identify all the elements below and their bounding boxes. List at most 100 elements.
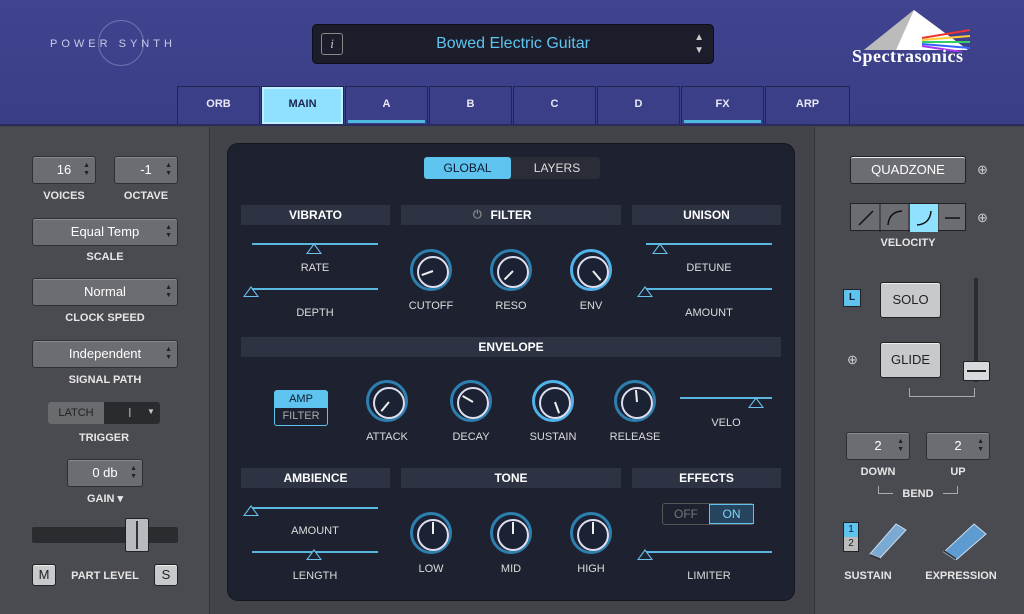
- sustain-mode-selector[interactable]: 1 2: [843, 522, 859, 552]
- sustain-knob[interactable]: [532, 380, 574, 422]
- expression-pedal-icon[interactable]: [940, 520, 988, 560]
- unison-amount-slider[interactable]: [646, 288, 772, 290]
- tab-arp[interactable]: ARP: [765, 86, 850, 124]
- glide-button[interactable]: GLIDE: [880, 342, 941, 378]
- reso-label: RESO: [495, 300, 527, 312]
- glide-bracket: [909, 388, 975, 397]
- ambience-header: AMBIENCE: [241, 468, 390, 488]
- scale-dropdown[interactable]: Equal Temp ▲ ▼: [32, 218, 178, 246]
- octave-label: OCTAVE: [123, 190, 169, 202]
- glide-time-slider-handle[interactable]: [963, 361, 990, 381]
- voices-spinner[interactable]: 16 ▲ ▼: [32, 156, 96, 184]
- reso-knob[interactable]: [490, 249, 532, 291]
- preset-browser[interactable]: i Bowed Electric Guitar ▲ ▼: [312, 24, 714, 64]
- vibrato-header: VIBRATO: [241, 205, 390, 225]
- ambience-amount-slider[interactable]: [252, 507, 378, 509]
- part-level-slider-track[interactable]: [32, 527, 178, 543]
- zoom-in-icon[interactable]: ⊕: [977, 162, 988, 178]
- unison-header: UNISON: [632, 205, 781, 225]
- limiter-slider[interactable]: [646, 551, 772, 553]
- mute-button[interactable]: M: [32, 564, 56, 586]
- effects-header: EFFECTS: [632, 468, 781, 488]
- release-knob[interactable]: [614, 380, 656, 422]
- spinner-arrows-icon[interactable]: ▲ ▼: [165, 162, 172, 178]
- tab-main[interactable]: MAIN: [261, 86, 344, 124]
- slider-thumb-icon[interactable]: [637, 286, 653, 297]
- attack-knob[interactable]: [366, 380, 408, 422]
- voices-value: 16: [56, 162, 72, 177]
- signal-path-dropdown[interactable]: Independent ▲ ▼: [32, 340, 178, 368]
- spinner-arrows-icon[interactable]: ▲ ▼: [130, 465, 137, 481]
- amp-filter-selector[interactable]: AMP FILTER: [274, 390, 328, 426]
- voices-label: VOICES: [43, 190, 85, 202]
- env-label: ENV: [579, 300, 603, 312]
- solo-part-button[interactable]: S: [154, 564, 178, 586]
- effects-toggle[interactable]: OFF ON: [662, 503, 754, 525]
- depth-label: DEPTH: [296, 307, 334, 319]
- layers-view-tab[interactable]: LAYERS: [514, 157, 600, 179]
- clock-speed-dropdown[interactable]: Normal ▲ ▼: [32, 278, 178, 306]
- quadzone-button[interactable]: QUADZONE: [850, 156, 966, 184]
- tab-a[interactable]: A: [345, 86, 428, 124]
- trigger-latch-option[interactable]: LATCH: [48, 402, 104, 424]
- preset-name[interactable]: Bowed Electric Guitar: [312, 35, 714, 53]
- mid-knob[interactable]: [490, 512, 532, 554]
- slider-thumb-icon[interactable]: [243, 286, 259, 297]
- chevron-down-icon[interactable]: ▼: [147, 407, 155, 416]
- preset-up-down-arrows-icon[interactable]: ▲ ▼: [694, 31, 704, 57]
- zoom-in-icon[interactable]: ⊕: [847, 352, 858, 368]
- low-knob[interactable]: [410, 512, 452, 554]
- cutoff-knob[interactable]: [410, 249, 452, 291]
- velocity-label: VELOCITY: [880, 237, 936, 249]
- high-knob[interactable]: [570, 512, 612, 554]
- tab-fx[interactable]: FX: [681, 86, 764, 124]
- unison-amount-label: AMOUNT: [685, 307, 733, 319]
- slider-thumb-icon[interactable]: [637, 549, 653, 560]
- env-knob[interactable]: [570, 249, 612, 291]
- handle-grip: [136, 521, 138, 549]
- trigger-selector[interactable]: LATCH I ▼: [48, 402, 160, 424]
- spinner-arrows-icon[interactable]: ▲ ▼: [977, 438, 984, 454]
- global-view-tab[interactable]: GLOBAL: [424, 157, 511, 179]
- bend-up-spinner[interactable]: 2 ▲ ▼: [926, 432, 990, 460]
- tab-d[interactable]: D: [597, 86, 680, 124]
- sustain-pedal-label: SUSTAIN: [844, 570, 892, 582]
- velocity-exp-icon[interactable]: [909, 208, 937, 226]
- slider-thumb-icon[interactable]: [652, 243, 668, 254]
- effects-off-option[interactable]: OFF: [663, 504, 709, 524]
- brand-wordmark: Spectrasonics: [852, 46, 964, 66]
- tab-c[interactable]: C: [513, 86, 596, 124]
- vibrato-depth-slider[interactable]: [252, 288, 378, 290]
- gain-value: 0 db: [92, 465, 118, 480]
- effects-on-option[interactable]: ON: [709, 504, 754, 524]
- gain-spinner[interactable]: 0 db ▲ ▼: [67, 459, 143, 487]
- gain-label[interactable]: GAIN ▾: [67, 492, 143, 505]
- detune-label: DETUNE: [686, 262, 732, 274]
- legato-latch-button[interactable]: L: [843, 289, 861, 307]
- sustain-mode-1[interactable]: 1: [844, 523, 858, 537]
- amp-option[interactable]: AMP: [275, 391, 327, 408]
- velocity-fixed-icon[interactable]: [938, 208, 966, 226]
- tab-b[interactable]: B: [429, 86, 512, 124]
- sustain-mode-2[interactable]: 2: [844, 537, 858, 551]
- slider-thumb-icon[interactable]: [306, 243, 322, 254]
- spinner-arrows-icon[interactable]: ▲ ▼: [897, 438, 904, 454]
- decay-knob[interactable]: [450, 380, 492, 422]
- bend-down-spinner[interactable]: 2 ▲ ▼: [846, 432, 910, 460]
- zoom-in-icon[interactable]: ⊕: [977, 210, 988, 226]
- tab-orb[interactable]: ORB: [177, 86, 260, 124]
- slider-thumb-icon[interactable]: [306, 549, 322, 560]
- part-level-slider-handle[interactable]: [125, 518, 149, 552]
- sustain-pedal-icon[interactable]: [866, 520, 910, 560]
- velocity-log-icon[interactable]: [880, 208, 908, 226]
- velocity-linear-icon[interactable]: [851, 208, 879, 226]
- power-icon[interactable]: ⏻: [473, 205, 482, 225]
- solo-button[interactable]: SOLO: [880, 282, 941, 318]
- octave-spinner[interactable]: -1 ▲ ▼: [114, 156, 178, 184]
- slider-thumb-icon[interactable]: [243, 505, 259, 516]
- slider-thumb-icon[interactable]: [748, 397, 764, 408]
- spinner-arrows-icon[interactable]: ▲ ▼: [83, 162, 90, 178]
- bend-label: BEND: [893, 488, 943, 500]
- dropdown-arrows-icon: ▲ ▼: [165, 224, 172, 239]
- filter-option[interactable]: FILTER: [275, 408, 327, 425]
